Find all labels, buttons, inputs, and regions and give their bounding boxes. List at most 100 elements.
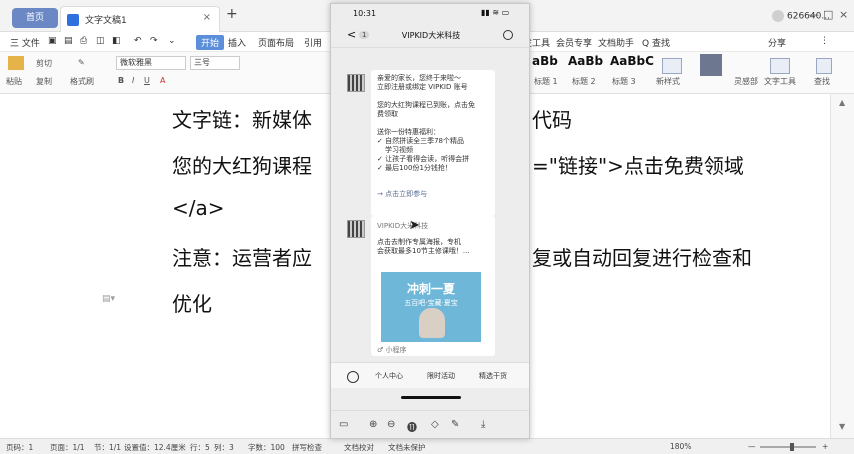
rotate-icon[interactable]: ◇ [431, 419, 439, 430]
style-heading3-label: 标题 3 [612, 77, 636, 86]
signal-wifi-battery-icon: ▮▮ ≋ ▭ [481, 8, 510, 17]
keyboard-icon[interactable] [347, 371, 359, 383]
redo-icon[interactable]: ↷ [150, 36, 158, 46]
screen-icon[interactable]: ▭ [339, 419, 348, 430]
mini-program-card[interactable]: VIPKID大米科技 点击去制作专属海报，专机 会获取最多10节主修课哦！...… [371, 216, 495, 356]
text-tools-label[interactable]: 文字工具 [764, 76, 796, 87]
bold-button[interactable]: B [118, 76, 124, 85]
message-bubble-1: 亲爱的家长，您终于来啦～ 立即注册或绑定 VIPKID 账号 您的大红狗课程已到… [371, 70, 495, 216]
italic-button[interactable]: I [132, 76, 134, 85]
style-heading2-label: 标题 2 [572, 77, 596, 86]
promo-subtitle: 五百吧·宝藏·夏宝 [404, 299, 458, 307]
font-size-select[interactable]: 三号 [190, 56, 240, 70]
card-text: 会获取最多10节主修课哦！... [377, 247, 470, 255]
new-style-label[interactable]: 新样式 [656, 76, 680, 87]
download-icon[interactable]: ⤓ [481, 419, 485, 430]
avatar [772, 10, 784, 22]
menu-featured[interactable]: 精选干货 [479, 371, 507, 381]
quick-save-icon[interactable]: ▣ [48, 36, 57, 46]
status-pages: 页面：1/1 [50, 443, 85, 452]
scroll-up-icon[interactable]: ▲ [839, 98, 845, 107]
doc-line-2-tail: ="链接">点击免费领域 [532, 154, 744, 178]
undo-icon[interactable]: ↶ [134, 36, 142, 46]
style-heading3-sample[interactable]: AaBbC [610, 54, 654, 68]
close-window-button[interactable]: × [839, 8, 848, 21]
share-button[interactable]: 分享 [768, 36, 786, 49]
profile-icon[interactable] [503, 30, 513, 40]
zoom-slider[interactable] [760, 446, 816, 448]
menu-insert[interactable]: 插入 [228, 36, 246, 49]
zoom-out-icon[interactable]: ⊖ [387, 419, 395, 430]
format-painter-icon[interactable]: ✎ [78, 58, 85, 67]
quick-more-icon[interactable]: ⌄ [168, 36, 176, 46]
style-heading1-label: 标题 1 [534, 77, 558, 86]
scroll-down-icon[interactable]: ▼ [839, 422, 845, 431]
status-section: 节：1/1 [94, 443, 122, 452]
copy-button[interactable]: 复制 [36, 76, 52, 87]
user-account[interactable]: 626640... [772, 10, 830, 22]
home-tab[interactable]: 首页 [12, 8, 58, 28]
font-color-button[interactable]: A [160, 76, 165, 85]
underline-button[interactable]: U [144, 76, 150, 85]
menu-file[interactable]: 三 文件 [10, 36, 40, 49]
find-replace-icon[interactable] [816, 58, 832, 74]
quick-preview-icon[interactable]: ◫ [96, 36, 105, 46]
actual-size-icon[interactable]: ⓫ [407, 419, 417, 434]
zoom-out-button[interactable]: — [748, 442, 756, 451]
edit-icon[interactable]: ✎ [451, 419, 459, 430]
zoom-in-icon[interactable]: ⊕ [369, 419, 377, 430]
inspiration-icon[interactable] [700, 54, 722, 76]
inspiration-label[interactable]: 灵感部 [734, 76, 758, 87]
format-painter-label[interactable]: 格式刷 [70, 76, 94, 87]
zoom-slider-thumb[interactable] [790, 443, 794, 451]
zoom-level[interactable]: 180% [670, 442, 691, 451]
card-header: VIPKID大米科技 [377, 222, 429, 230]
protect-status[interactable]: 文档未保护 [388, 442, 426, 453]
text-tools-icon[interactable] [770, 58, 790, 74]
child-photo [419, 308, 445, 338]
vertical-scrollbar[interactable]: ▲ ▼ [830, 94, 854, 438]
proofread-button[interactable]: 文档校对 [344, 442, 374, 453]
new-tab-button[interactable]: + [226, 6, 238, 22]
promo-image: 冲刺一夏 五百吧·宝藏·夏宝 [381, 272, 481, 342]
mouse-cursor-icon: ➤ [409, 218, 420, 233]
chat-avatar[interactable] [347, 220, 365, 238]
zoom-in-button[interactable]: + [822, 442, 828, 451]
more-menu-icon[interactable]: ⋮ [820, 36, 829, 46]
minimize-button[interactable]: — [808, 8, 819, 21]
menu-personal-center[interactable]: 个人中心 [375, 371, 403, 381]
maximize-button[interactable]: □ [823, 8, 833, 21]
style-heading1-sample[interactable]: aBb [532, 54, 558, 68]
document-tab[interactable]: 文字文稿1 × [60, 6, 220, 32]
status-page: 页码：1 [6, 443, 34, 452]
quick-format-icon[interactable]: ◧ [112, 36, 121, 46]
find-replace-label[interactable]: 查找 [814, 76, 830, 87]
doc-line-5: 优化 [172, 292, 212, 316]
paste-label[interactable]: 粘贴 [6, 76, 22, 87]
style-heading2-sample[interactable]: AaBb [568, 54, 603, 68]
search-menu[interactable]: Q 查找 [642, 36, 670, 49]
paragraph-handle-icon[interactable]: ▤▾ [102, 294, 115, 304]
doc-line-1-tail: 代码 [532, 108, 572, 132]
new-style-icon[interactable] [662, 58, 682, 74]
join-link[interactable]: → 点击立即参与 [377, 190, 427, 199]
msg1-line: 亲爱的家长，您终于来啦～ [377, 74, 461, 82]
official-account-menu: 个人中心 限时活动 精选干货 [331, 362, 529, 388]
menu-page-layout[interactable]: 页面布局 [258, 36, 294, 49]
mini-program-label: ♂ 小程序 [377, 346, 407, 354]
menu-doc-assistant[interactable]: 文档助手 [598, 36, 634, 49]
quick-export-icon[interactable]: ▤ [64, 36, 73, 46]
menu-start[interactable]: 开始 [196, 35, 225, 50]
menu-member[interactable]: 会员专享 [556, 36, 592, 49]
menu-limited-activity[interactable]: 限时活动 [427, 371, 455, 381]
spellcheck-toggle[interactable]: 拼写检查 [292, 442, 322, 453]
close-tab-icon[interactable]: × [203, 12, 211, 23]
menu-references[interactable]: 引用 [304, 36, 322, 49]
font-family-select[interactable]: 微软雅黑 [116, 56, 186, 70]
status-words[interactable]: 字数：100 [248, 442, 285, 453]
quick-print-icon[interactable]: ⎙ [80, 36, 87, 46]
chat-avatar[interactable] [347, 74, 365, 92]
paste-icon[interactable] [8, 56, 24, 70]
cut-button[interactable]: 剪切 [36, 58, 52, 69]
status-col: 列：3 [214, 443, 234, 452]
